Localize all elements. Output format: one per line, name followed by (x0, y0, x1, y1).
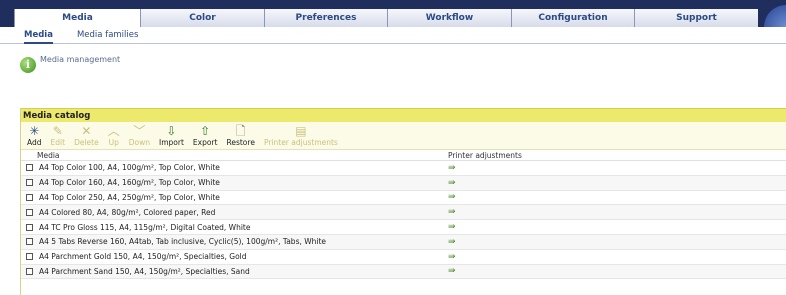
table-row[interactable]: A4 Top Color 160, A4, 160g/m², Top Color… (21, 175, 786, 191)
export-label: Export (192, 138, 218, 147)
corner-logo-icon (758, 4, 786, 27)
subtab-media[interactable]: Media (24, 27, 53, 44)
info-icon: i (20, 57, 36, 73)
import-label: Import (159, 138, 184, 147)
edit-icon: ✎ (52, 124, 63, 138)
restore-label: Restore (226, 138, 255, 147)
table-row[interactable]: A4 Colored 80, A4, 80g/m², Colored paper… (21, 205, 786, 221)
printer-adjustments-icon[interactable]: ⇛ (448, 266, 456, 276)
media-name: A4 Top Color 100, A4, 100g/m², Top Color… (39, 163, 220, 173)
down-button[interactable]: ﹀ Down (129, 122, 150, 149)
row-checkbox[interactable] (26, 208, 33, 216)
printer-adjustments-icon: ▤ (295, 124, 307, 138)
printer-adjustments-icon[interactable]: ⇛ (448, 237, 456, 247)
delete-button[interactable]: ✕ Delete (74, 122, 99, 149)
edit-button[interactable]: ✎ Edit (51, 122, 66, 149)
tab-configuration[interactable]: Configuration (511, 9, 634, 27)
media-name: A4 Parchment Sand 150, A4, 150g/m², Spec… (39, 266, 250, 276)
row-checkbox[interactable] (26, 267, 33, 275)
table-row[interactable]: A4 5 Tabs Reverse 160, A4tab, Tab inclus… (21, 234, 786, 250)
row-checkbox[interactable] (26, 179, 33, 187)
media-catalog-panel: Media catalog ✳ Add ✎ Edit ✕ Delete ︿ Up… (20, 108, 786, 295)
printer-adjustments-icon[interactable]: ⇛ (448, 178, 456, 188)
media-name: A4 Top Color 160, A4, 160g/m², Top Color… (39, 178, 220, 188)
delete-icon: ✕ (81, 124, 92, 138)
tab-media[interactable]: Media (14, 9, 140, 27)
table-header: Media Printer adjustments (21, 150, 786, 161)
row-checkbox[interactable] (26, 238, 33, 246)
top-tabs: Media Color Preferences Workflow Configu… (14, 9, 758, 27)
printer-adjustments-label: Printer adjustments (263, 138, 338, 147)
edit-label: Edit (50, 138, 66, 147)
up-icon: ︿ (107, 124, 120, 138)
media-name: A4 Top Color 250, A4, 250g/m², Top Color… (39, 192, 220, 202)
row-checkbox[interactable] (26, 253, 33, 261)
down-icon: ﹀ (133, 124, 146, 138)
printer-adjustments-icon[interactable]: ⇛ (448, 163, 456, 173)
add-label: Add (27, 138, 42, 147)
column-header-printer-adjustments[interactable]: Printer adjustments (448, 150, 522, 160)
row-checkbox[interactable] (26, 193, 33, 201)
tab-color[interactable]: Color (140, 9, 264, 27)
table-row[interactable]: A4 TC Pro Gloss 115, A4, 115g/m², Digita… (21, 220, 786, 235)
tab-support[interactable]: Support (634, 9, 758, 27)
printer-adjustments-icon[interactable]: ⇛ (448, 252, 456, 262)
add-icon: ✳ (29, 124, 40, 138)
top-navigation-bar: Media Color Preferences Workflow Configu… (0, 0, 786, 27)
media-name: A4 Colored 80, A4, 80g/m², Colored paper… (39, 207, 216, 217)
printer-adjustments-button[interactable]: ▤ Printer adjustments (264, 122, 338, 149)
delete-label: Delete (74, 138, 99, 147)
restore-button[interactable]: 🗋 Restore (226, 122, 254, 149)
table-row[interactable]: A4 Parchment Gold 150, A4, 150g/m², Spec… (21, 250, 786, 265)
tab-preferences[interactable]: Preferences (264, 9, 387, 27)
table-row[interactable]: A4 Top Color 100, A4, 100g/m², Top Color… (21, 161, 786, 176)
media-name: A4 TC Pro Gloss 115, A4, 115g/m², Digita… (39, 222, 251, 232)
table-row[interactable]: A4 Top Color 250, A4, 250g/m², Top Color… (21, 191, 786, 206)
row-checkbox[interactable] (26, 164, 33, 172)
catalog-title: Media catalog (21, 108, 786, 122)
media-name: A4 5 Tabs Reverse 160, A4tab, Tab inclus… (39, 237, 327, 247)
restore-icon: 🗋 (235, 124, 246, 138)
column-header-media[interactable]: Media (21, 150, 448, 160)
printer-adjustments-icon[interactable]: ⇛ (448, 222, 456, 232)
import-button[interactable]: ⇩ Import (159, 122, 184, 149)
printer-adjustments-icon[interactable]: ⇛ (448, 192, 456, 202)
media-name: A4 Parchment Gold 150, A4, 150g/m², Spec… (39, 252, 247, 262)
export-icon: ⇧ (200, 124, 211, 138)
info-text: Media management (40, 55, 121, 64)
table-row[interactable]: A4 Parchment Sand 150, A4, 150g/m², Spec… (21, 264, 786, 280)
up-button[interactable]: ︿ Up (108, 122, 120, 149)
row-checkbox[interactable] (26, 223, 33, 231)
import-icon: ⇩ (166, 124, 177, 138)
add-button[interactable]: ✳ Add (27, 122, 42, 149)
up-label: Up (108, 138, 119, 147)
catalog-toolbar: ✳ Add ✎ Edit ✕ Delete ︿ Up ﹀ Down ⇩ Impo… (21, 122, 786, 150)
down-label: Down (128, 138, 150, 147)
export-button[interactable]: ⇧ Export (193, 122, 218, 149)
tab-workflow[interactable]: Workflow (387, 9, 511, 27)
media-table-body: A4 Top Color 100, A4, 100g/m², Top Color… (21, 161, 786, 280)
sub-tabs: Media Media families (0, 27, 786, 44)
printer-adjustments-icon[interactable]: ⇛ (448, 207, 456, 217)
info-section: i Media management (20, 55, 120, 73)
subtab-media-families[interactable]: Media families (77, 27, 138, 43)
